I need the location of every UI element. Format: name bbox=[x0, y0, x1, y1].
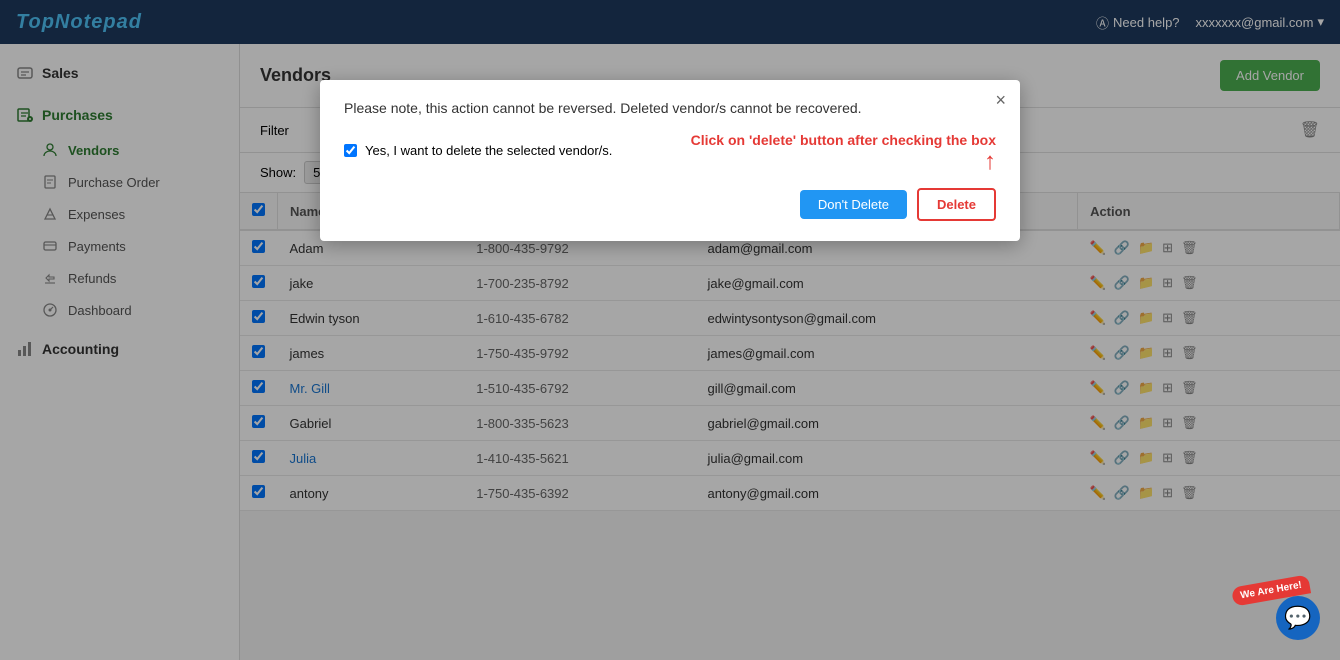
modal-warning-text: Please note, this action cannot be rever… bbox=[344, 100, 996, 116]
modal-action-row: Don't Delete Delete bbox=[344, 188, 996, 221]
chat-icon: 💬 bbox=[1284, 605, 1311, 631]
hint-label: Click on 'delete' button after checking … bbox=[691, 132, 996, 148]
modal-hint-row: Yes, I want to delete the selected vendo… bbox=[344, 132, 996, 176]
modal-close-button[interactable]: × bbox=[995, 90, 1006, 111]
modal-hint-text: Click on 'delete' button after checking … bbox=[691, 132, 996, 148]
delete-confirm-modal: × Please note, this action cannot be rev… bbox=[320, 80, 1020, 241]
chat-bubble: We Are Here! 💬 bbox=[1242, 581, 1320, 640]
delete-button[interactable]: Delete bbox=[917, 188, 996, 221]
chat-icon-button[interactable]: 💬 bbox=[1276, 596, 1320, 640]
dont-delete-button[interactable]: Don't Delete bbox=[800, 190, 907, 219]
confirm-delete-label: Yes, I want to delete the selected vendo… bbox=[365, 143, 612, 158]
confirm-delete-checkbox[interactable] bbox=[344, 144, 357, 157]
hint-area: Click on 'delete' button after checking … bbox=[691, 132, 996, 176]
modal-checkbox-row: Yes, I want to delete the selected vendo… bbox=[344, 143, 612, 158]
hint-arrow-icon: ↑ bbox=[984, 148, 996, 176]
modal-overlay: × Please note, this action cannot be rev… bbox=[0, 0, 1340, 660]
